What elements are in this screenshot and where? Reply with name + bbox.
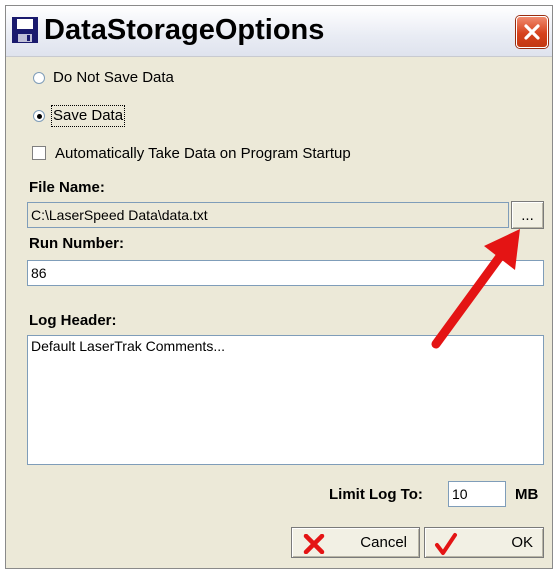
log-header-field[interactable]: Default LaserTrak Comments... xyxy=(27,335,544,465)
browse-button[interactable]: ... xyxy=(511,201,544,229)
log-header-label: Log Header: xyxy=(29,312,117,329)
save-data-radio[interactable] xyxy=(33,110,45,122)
limit-log-label: Limit Log To: xyxy=(329,486,423,503)
cancel-label: Cancel xyxy=(360,534,407,551)
file-name-field[interactable] xyxy=(27,202,509,228)
auto-take-checkbox[interactable] xyxy=(32,146,46,160)
run-number-label: Run Number: xyxy=(29,235,124,252)
run-number-field[interactable] xyxy=(27,260,544,286)
do-not-save-label: Do Not Save Data xyxy=(53,69,174,86)
limit-log-unit: MB xyxy=(515,486,539,503)
title-bar[interactable]: DataStorageOptions xyxy=(6,6,552,57)
ok-button[interactable]: OK xyxy=(424,527,544,558)
close-button[interactable] xyxy=(516,16,548,48)
close-icon xyxy=(524,24,540,40)
window-title: DataStorageOptions xyxy=(44,14,325,46)
floppy-disk-icon xyxy=(10,15,40,45)
red-x-icon xyxy=(303,534,325,554)
auto-take-label: Automatically Take Data on Program Start… xyxy=(55,145,351,162)
ok-label: OK xyxy=(511,534,533,551)
limit-log-field[interactable] xyxy=(448,481,506,507)
dialog-window: DataStorageOptions Do Not Save Data Save… xyxy=(5,5,553,569)
file-name-label: File Name: xyxy=(29,179,105,196)
red-checkmark-icon xyxy=(435,533,457,555)
save-data-label: Save Data xyxy=(50,105,126,127)
cancel-button[interactable]: Cancel xyxy=(291,527,420,558)
do-not-save-radio[interactable] xyxy=(33,72,45,84)
